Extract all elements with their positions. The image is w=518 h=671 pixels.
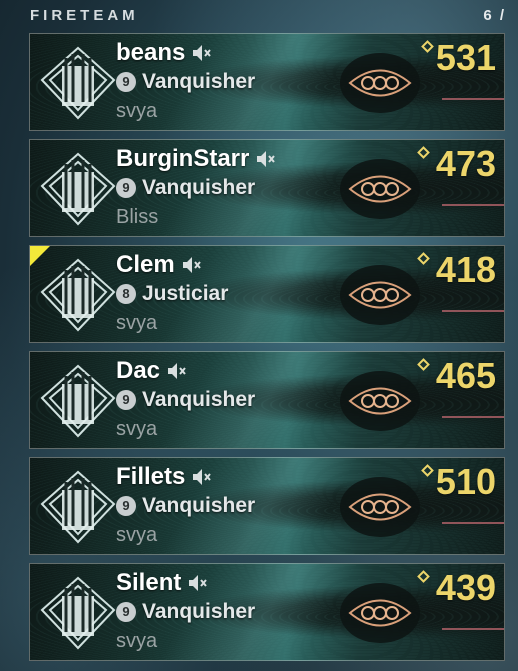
player-name: Clem (116, 251, 175, 278)
ghost-mark-icon (340, 477, 420, 537)
emblem-icon (40, 364, 116, 438)
rank-title: Vanquisher (142, 494, 256, 517)
fireteam-list: beans 9 Vanquisher svya 531 BurginStarr … (29, 33, 505, 669)
member-card[interactable]: Silent 9 Vanquisher svya 439 (29, 563, 505, 661)
clan-name: svya (116, 312, 158, 334)
power-underline (442, 416, 504, 418)
ghost-mark-icon (340, 583, 420, 643)
rank-badge: 9 (116, 72, 136, 92)
power-level: 473 (435, 143, 496, 184)
emblem-icon (40, 576, 116, 650)
clan-name: Bliss (116, 206, 159, 228)
ghost-mark-icon (340, 159, 420, 219)
fireteam-header: FIRETEAM 6 / (0, 0, 518, 32)
power-level: 531 (435, 37, 496, 78)
rank-badge: 9 (116, 178, 136, 198)
power-level: 510 (435, 461, 496, 502)
power-underline (442, 522, 504, 524)
mute-icon[interactable] (191, 467, 213, 487)
clan-name: svya (116, 524, 158, 546)
player-name: Fillets (116, 463, 186, 490)
rank-title: Vanquisher (142, 388, 256, 411)
rank-title: Vanquisher (142, 176, 256, 199)
member-card[interactable]: Dac 9 Vanquisher svya 465 (29, 351, 505, 449)
player-name: beans (116, 39, 186, 66)
power-underline (442, 628, 504, 630)
power-underline (442, 310, 504, 312)
mute-icon[interactable] (255, 149, 277, 169)
emblem-icon (40, 46, 116, 120)
player-name: BurginStarr (116, 145, 250, 172)
clan-name: svya (116, 630, 158, 652)
ghost-mark-icon (340, 265, 420, 325)
rank-badge: 9 (116, 496, 136, 516)
fireteam-count: 6 / (483, 7, 506, 24)
rank-title: Vanquisher (142, 70, 256, 93)
member-card[interactable]: Fillets 9 Vanquisher svya 510 (29, 457, 505, 555)
selection-corner (30, 246, 50, 266)
ghost-mark-icon (340, 53, 420, 113)
player-name: Silent (116, 569, 182, 596)
mute-icon[interactable] (181, 255, 203, 275)
rank-title: Vanquisher (142, 600, 256, 623)
rank-badge: 8 (116, 284, 136, 304)
power-underline (442, 98, 504, 100)
rank-title: Justiciar (142, 282, 229, 305)
rank-badge: 9 (116, 602, 136, 622)
power-level: 439 (435, 567, 496, 608)
ghost-mark-icon (340, 371, 420, 431)
power-level: 418 (435, 249, 496, 290)
emblem-icon (40, 258, 116, 332)
member-card[interactable]: beans 9 Vanquisher svya 531 (29, 33, 505, 131)
mute-icon[interactable] (166, 361, 188, 381)
rank-badge: 9 (116, 390, 136, 410)
power-underline (442, 204, 504, 206)
fireteam-title: FIRETEAM (30, 7, 139, 24)
clan-name: svya (116, 100, 158, 122)
mute-icon[interactable] (191, 43, 213, 63)
member-card[interactable]: Clem 8 Justiciar svya 418 (29, 245, 505, 343)
power-level: 465 (435, 355, 496, 396)
mute-icon[interactable] (187, 573, 209, 593)
member-card[interactable]: BurginStarr 9 Vanquisher Bliss 473 (29, 139, 505, 237)
player-name: Dac (116, 357, 161, 384)
clan-name: svya (116, 418, 158, 440)
emblem-icon (40, 152, 116, 226)
emblem-icon (40, 470, 116, 544)
